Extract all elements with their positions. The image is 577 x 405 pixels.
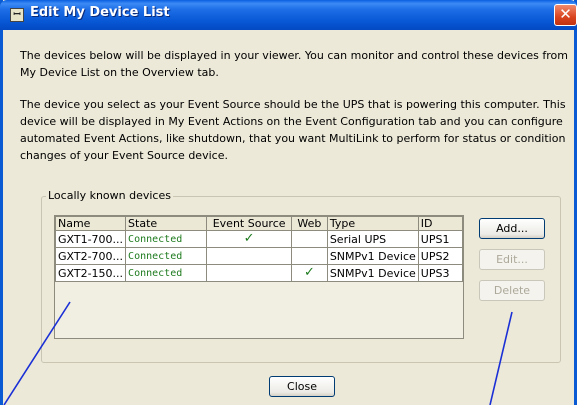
column-header-id[interactable]: ID <box>417 216 464 231</box>
group-label: Locally known devices <box>46 189 173 203</box>
column-header-event-source[interactable]: Event Source <box>206 216 293 231</box>
intro-paragraph-2: The device you select as your Event Sour… <box>20 98 566 162</box>
app-icon: ꟷ <box>10 8 24 22</box>
device-id: UPS3 <box>417 264 464 282</box>
column-header-state[interactable]: State <box>125 216 208 231</box>
device-type: SNMPv1 Device <box>326 247 419 265</box>
device-id: UPS2 <box>417 247 464 265</box>
event-source-checkmark-icon[interactable]: ✓ <box>206 230 293 248</box>
devices-table-container[interactable]: Name State Event Source Web Type ID GXT1… <box>54 215 464 339</box>
device-id: UPS1 <box>417 230 464 248</box>
table-header-row: Name State Event Source Web Type ID <box>54 216 464 231</box>
web-checkmark-icon[interactable]: ✓ <box>291 264 328 282</box>
event-source-cell[interactable] <box>206 264 293 282</box>
edit-device-button[interactable]: Edit... <box>479 249 545 270</box>
title-bar[interactable]: ꟷ Edit My Device List ✕ <box>0 0 577 30</box>
devices-table: Name State Event Source Web Type ID GXT1… <box>54 216 464 282</box>
delete-device-button[interactable]: Delete <box>479 280 545 301</box>
web-cell[interactable] <box>291 230 328 248</box>
column-header-name[interactable]: Name <box>54 216 127 231</box>
close-window-button[interactable]: ✕ <box>554 4 577 26</box>
web-cell[interactable] <box>291 247 328 265</box>
device-state: Connected <box>125 230 208 248</box>
table-row[interactable]: GXT2-700... Connected SNMPv1 Device UPS2 <box>54 247 464 265</box>
device-type: SNMPv1 Device <box>326 264 419 282</box>
column-header-type[interactable]: Type <box>326 216 419 231</box>
device-type: Serial UPS <box>326 230 419 248</box>
window-title: Edit My Device List <box>30 5 170 20</box>
device-state: Connected <box>125 264 208 282</box>
column-header-web[interactable]: Web <box>291 216 328 231</box>
device-name: GXT2-700... <box>54 247 127 265</box>
add-device-button[interactable]: Add... <box>479 218 545 239</box>
table-row[interactable]: GXT1-700... Connected ✓ Serial UPS UPS1 <box>54 230 464 248</box>
device-state: Connected <box>125 247 208 265</box>
close-button[interactable]: Close <box>269 376 335 397</box>
edit-device-list-dialog: ꟷ Edit My Device List ✕ The devices belo… <box>0 0 577 405</box>
event-source-cell[interactable] <box>206 247 293 265</box>
device-name: GXT2-150... <box>54 264 127 282</box>
table-row[interactable]: GXT2-150... Connected ✓ SNMPv1 Device UP… <box>54 264 464 282</box>
intro-paragraph-1: The devices below will be displayed in y… <box>20 49 568 79</box>
device-name: GXT1-700... <box>54 230 127 248</box>
